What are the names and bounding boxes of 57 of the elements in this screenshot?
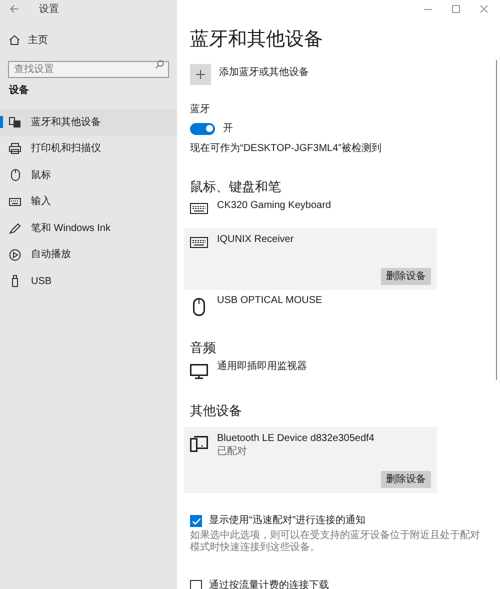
search-field[interactable]: 查找设置: [8, 61, 169, 78]
add-device-link[interactable]: 添加蓝牙或其他设备: [219, 67, 309, 79]
printer-icon: [9, 143, 21, 154]
home-link[interactable]: 主页: [0, 32, 177, 48]
bluetooth-toggle[interactable]: [190, 122, 215, 134]
checkbox[interactable]: [190, 580, 202, 589]
search-icon: [155, 60, 164, 69]
device-item[interactable]: Bluetooth LE Device d832e305edf4 已配对 删除设备: [184, 427, 437, 493]
checkbox-label: 显示使用“迅速配对”进行连接的通知: [209, 515, 366, 527]
section-heading: 音频: [190, 340, 217, 356]
sidebar-item[interactable]: 笔和 Windows Ink: [0, 215, 177, 242]
page-title: 蓝牙和其他设备: [190, 28, 324, 52]
device-item[interactable]: USB OPTICAL MOUSE: [184, 292, 437, 322]
remove-device-button[interactable]: 删除设备: [381, 471, 431, 488]
window-title: 设置: [39, 2, 59, 16]
device-item[interactable]: CK320 Gaming Keyboard: [184, 197, 437, 220]
plus-icon: [196, 70, 205, 79]
sidebar-item[interactable]: USB: [0, 268, 177, 294]
option-description: 如果选中此选项，则可以在受支持的蓝牙设备位于附近且处于配对模式时快速连接到这些设备。: [190, 530, 481, 554]
device-item[interactable]: IQUNIX Receiver 删除设备: [184, 228, 437, 290]
keyboard-icon: [190, 203, 208, 214]
monitor-icon: [190, 364, 208, 379]
usb-icon: [11, 275, 19, 288]
devices-icon: [190, 436, 208, 452]
back-icon: [10, 5, 19, 13]
pen-icon: [9, 222, 21, 234]
checkmark-icon: [192, 518, 200, 524]
devices-icon: [9, 116, 21, 128]
section-heading: 设备: [8, 84, 30, 97]
sidebar-item[interactable]: 蓝牙和其他设备: [0, 109, 177, 136]
autoplay-icon: [9, 248, 21, 261]
bluetooth-label: 蓝牙: [190, 104, 211, 116]
toggle-state: 开: [223, 122, 233, 136]
home-icon: [9, 35, 20, 45]
keyboard-icon: [9, 198, 21, 206]
section-heading: 鼠标、键盘和笔: [190, 179, 282, 195]
device-name: 通用即插即用监视器: [217, 360, 307, 373]
discoverable-text: 现在可作为“DESKTOP-JGF3ML4”被检测到: [190, 143, 382, 155]
device-status: 已配对: [217, 445, 248, 458]
mouse-icon: [10, 169, 20, 182]
sidebar-item[interactable]: 自动播放: [0, 242, 177, 268]
add-device-button[interactable]: [190, 64, 211, 85]
device-name: USB OPTICAL MOUSE: [217, 294, 322, 307]
remove-device-button[interactable]: 删除设备: [381, 268, 431, 285]
device-item[interactable]: 通用即插即用监视器: [184, 358, 437, 385]
sidebar-item[interactable]: 鼠标: [0, 162, 177, 188]
section-heading: 其他设备: [190, 403, 243, 419]
close-icon: [480, 5, 488, 13]
maximize-icon: [452, 5, 460, 13]
sidebar-item[interactable]: 输入: [0, 188, 177, 215]
checkbox[interactable]: [190, 515, 202, 527]
keyboard-icon: [190, 237, 208, 248]
device-name: Bluetooth LE Device d832e305edf4: [217, 432, 374, 445]
sidebar-item[interactable]: 打印机和扫描仪: [0, 136, 177, 162]
device-name: IQUNIX Receiver: [217, 233, 294, 246]
device-name: CK320 Gaming Keyboard: [217, 199, 331, 212]
mouse-icon: [193, 298, 205, 316]
